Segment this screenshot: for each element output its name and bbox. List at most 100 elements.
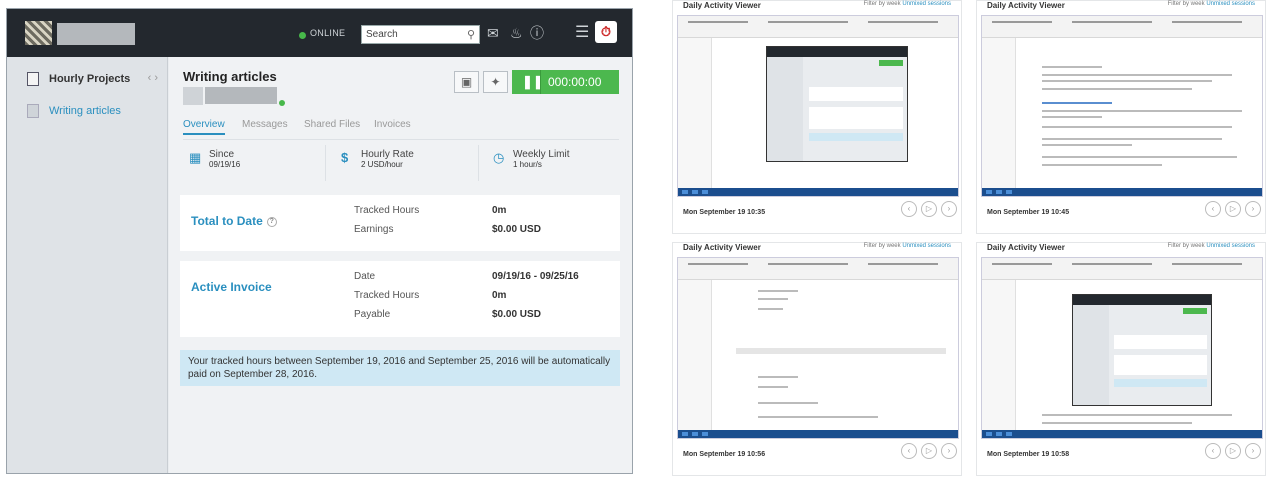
play-icon[interactable]: ▷ xyxy=(1225,443,1241,459)
stat-value: 09/19/16 xyxy=(209,160,241,169)
total-to-date-card: Total to Date? Tracked Hours 0m Earnings… xyxy=(180,195,620,251)
mini-tracker-window xyxy=(1072,294,1212,406)
chevron-collapse-icon[interactable]: ‹ › xyxy=(148,72,158,84)
online-status-icon xyxy=(299,32,306,39)
row-label: Tracked Hours xyxy=(354,290,420,301)
tab-messages[interactable]: Messages xyxy=(242,119,288,130)
word-nav-pane xyxy=(982,280,1016,430)
word-nav-pane xyxy=(678,38,712,188)
prev-icon[interactable]: ‹ xyxy=(1205,443,1221,459)
next-icon[interactable]: › xyxy=(1245,443,1261,459)
row-value: $0.00 USD xyxy=(492,224,541,235)
next-icon[interactable]: › xyxy=(941,201,957,217)
stat-label: Weekly Limit xyxy=(513,149,570,160)
screenshot-time: Mon September 19 10:45 xyxy=(987,209,1070,216)
screenshot-image[interactable] xyxy=(981,257,1263,439)
prev-icon[interactable]: ‹ xyxy=(1205,201,1221,217)
timer-toggle-button[interactable]: ❚❚ 000:00:00 xyxy=(512,70,619,94)
screenshot-button[interactable]: ▣ xyxy=(454,71,479,93)
card-title-invoice: Active Invoice xyxy=(191,280,272,294)
viewer-title: Daily Activity Viewer xyxy=(683,1,761,10)
prev-icon[interactable]: ‹ xyxy=(901,443,917,459)
activity-thumbnail-2[interactable]: Daily Activity Viewer Filter by week Unm… xyxy=(976,0,1266,234)
tab-shared-files[interactable]: Shared Files xyxy=(304,119,360,130)
contract-stats: ▦ Since 09/19/16 $ Hourly Rate 2 USD/hou… xyxy=(181,145,621,181)
user-name-redacted xyxy=(57,23,135,45)
word-ribbon xyxy=(678,258,958,280)
calendar-icon: ▦ xyxy=(189,150,202,165)
word-ribbon xyxy=(678,16,958,38)
online-status-label[interactable]: ONLINE xyxy=(310,28,345,38)
tab-invoices[interactable]: Invoices xyxy=(374,119,411,130)
screenshot-image[interactable] xyxy=(677,15,959,197)
document-icon xyxy=(27,72,39,86)
contract-icon xyxy=(27,104,39,118)
pin-button[interactable]: ✦ xyxy=(483,71,508,93)
windows-taskbar xyxy=(982,430,1262,438)
row-value: $0.00 USD xyxy=(492,309,541,320)
activity-thumbnail-4[interactable]: Daily Activity Viewer Filter by week Unm… xyxy=(976,242,1266,476)
search-icon[interactable]: ⚲ xyxy=(467,28,475,41)
next-icon[interactable]: › xyxy=(1245,201,1261,217)
card-title-text: Total to Date xyxy=(191,214,263,228)
message-icon[interactable]: ✉ xyxy=(487,24,499,42)
word-ribbon xyxy=(982,16,1262,38)
info-icon[interactable]: ? xyxy=(266,216,277,227)
stat-label: Hourly Rate xyxy=(361,149,414,160)
filter-controls[interactable]: Filter by week Unmixed sessions xyxy=(864,1,951,7)
sidebar-item-writing-articles[interactable]: Writing articles xyxy=(7,97,168,127)
filter-controls[interactable]: Filter by week Unmixed sessions xyxy=(864,243,951,249)
screenshot-image[interactable] xyxy=(981,15,1263,197)
sidebar-item-label: Writing articles xyxy=(49,105,121,117)
activity-thumbnail-1[interactable]: Daily Activity Viewer Filter by week Unm… xyxy=(672,0,962,234)
windows-taskbar xyxy=(678,188,958,196)
activity-thumbnail-3[interactable]: Daily Activity Viewer Filter by week Unm… xyxy=(672,242,962,476)
help-icon[interactable]: ⓘ xyxy=(530,24,544,42)
filter-controls[interactable]: Filter by week Unmixed sessions xyxy=(1168,243,1255,249)
time-tracker-window: ONLINE Search ⚲ ✉ ♨ ⓘ ☰ ⏱ Hourly Project… xyxy=(6,8,633,474)
sidebar-item-hourly-projects[interactable]: Hourly Projects ‹ › xyxy=(7,65,168,95)
word-ribbon xyxy=(982,258,1262,280)
timer-divider xyxy=(540,70,541,94)
screenshot-time: Mon September 19 10:56 xyxy=(683,451,766,458)
next-icon[interactable]: › xyxy=(941,443,957,459)
divider xyxy=(325,145,326,181)
viewer-title: Daily Activity Viewer xyxy=(683,243,761,252)
filter-link[interactable]: Unmixed sessions xyxy=(1206,1,1255,7)
prev-icon[interactable]: ‹ xyxy=(901,201,917,217)
row-label: Earnings xyxy=(354,224,394,235)
filter-label: Filter by week xyxy=(863,1,901,7)
row-value: 09/19/16 - 09/25/16 xyxy=(492,271,579,282)
stat-value: 2 USD/hour xyxy=(361,160,403,169)
play-icon[interactable]: ▷ xyxy=(921,201,937,217)
filter-link[interactable]: Unmixed sessions xyxy=(1206,243,1255,249)
menu-icon[interactable]: ☰ xyxy=(575,24,589,42)
client-name-redacted xyxy=(205,87,277,104)
active-invoice-card: Active Invoice Date 09/19/16 - 09/25/16 … xyxy=(180,261,620,337)
word-nav-pane xyxy=(982,38,1016,188)
play-icon[interactable]: ▷ xyxy=(1225,201,1241,217)
filter-link[interactable]: Unmixed sessions xyxy=(902,243,951,249)
camera-icon: ▣ xyxy=(460,75,473,89)
filter-controls[interactable]: Filter by week Unmixed sessions xyxy=(1168,1,1255,7)
row-label: Tracked Hours xyxy=(354,205,420,216)
bell-icon[interactable]: ♨ xyxy=(510,24,523,42)
sidebar: Hourly Projects ‹ › Writing articles xyxy=(7,57,168,473)
screenshot-image[interactable] xyxy=(677,257,959,439)
viewer-title: Daily Activity Viewer xyxy=(987,243,1065,252)
dollar-icon: $ xyxy=(341,150,349,165)
tracker-app-icon[interactable]: ⏱ xyxy=(595,21,617,43)
search-input[interactable]: Search ⚲ xyxy=(361,25,480,44)
pin-icon: ✦ xyxy=(490,75,501,89)
user-avatar[interactable] xyxy=(25,21,52,45)
row-label: Payable xyxy=(354,309,391,320)
sidebar-item-label: Hourly Projects xyxy=(49,73,131,85)
client-online-icon xyxy=(279,100,285,106)
card-title-total: Total to Date? xyxy=(191,214,277,228)
filter-link[interactable]: Unmixed sessions xyxy=(902,1,951,7)
filter-label: Filter by week xyxy=(1167,243,1205,249)
play-icon[interactable]: ▷ xyxy=(921,443,937,459)
job-detail-panel: Writing articles ▣ ✦ ❚❚ 000:00:00 Overvi… xyxy=(169,57,632,473)
tab-overview[interactable]: Overview xyxy=(183,119,225,135)
windows-taskbar xyxy=(982,188,1262,196)
